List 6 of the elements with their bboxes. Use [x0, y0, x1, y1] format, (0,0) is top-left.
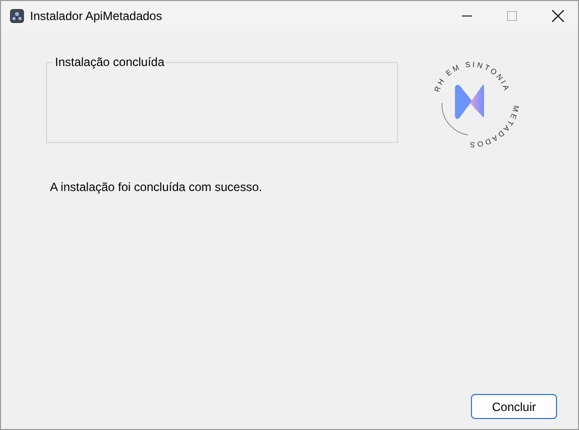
window-title: Instalador ApiMetadados [30, 9, 162, 23]
close-icon[interactable] [552, 10, 564, 22]
app-icon [10, 9, 24, 23]
group-title: Instalação concluída [54, 55, 166, 69]
status-message: A instalação foi concluída com sucesso. [50, 180, 264, 194]
finish-button[interactable]: Concluir [471, 394, 557, 419]
